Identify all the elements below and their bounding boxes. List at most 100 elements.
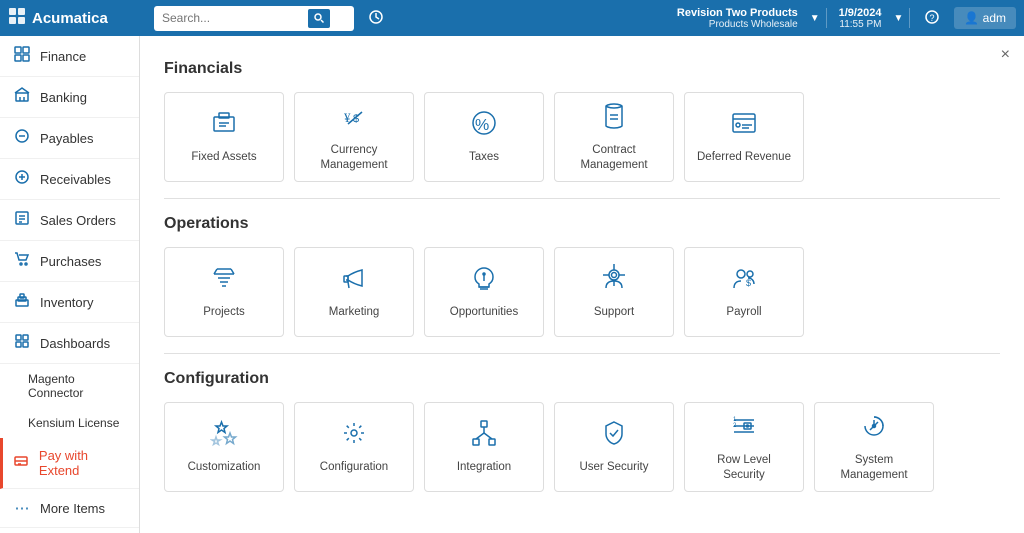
finance-icon [12, 46, 32, 66]
user-menu-button[interactable]: 👤 adm [954, 7, 1016, 29]
date-display: 1/9/2024 [839, 7, 882, 19]
currency-management-label: Currency Management [305, 143, 403, 173]
sidebar-item-magento-connector[interactable]: Magento Connector [0, 364, 139, 408]
card-contract-management[interactable]: Contract Management [554, 92, 674, 182]
company-dropdown-icon[interactable]: ▼ [810, 13, 820, 24]
card-currency-management[interactable]: ¥ $ Currency Management [294, 92, 414, 182]
magento-connector-label: Magento Connector [28, 372, 83, 400]
acumatica-logo-icon [8, 7, 26, 30]
sidebar-item-banking-label: Banking [40, 90, 87, 105]
company-branch: Products Wholesale [709, 19, 798, 30]
row-level-security-icon: 1 2 [730, 412, 758, 447]
sidebar-item-purchases-label: Purchases [40, 254, 101, 269]
taxes-label: Taxes [469, 150, 499, 165]
user-label: adm [983, 11, 1006, 25]
sidebar-item-kensium-license[interactable]: Kensium License [0, 408, 139, 438]
pay-with-extend-icon [12, 453, 31, 473]
svg-text:$: $ [746, 278, 751, 288]
search-bar[interactable] [154, 6, 354, 31]
configuration-section-title: Configuration [164, 370, 1000, 388]
sidebar-item-dashboards[interactable]: Dashboards [0, 323, 139, 364]
user-security-label: User Security [579, 460, 648, 475]
sidebar-item-pay-extend-label: Pay with Extend [39, 448, 127, 478]
operations-card-grid: Projects Marketing [164, 247, 1000, 337]
card-user-security[interactable]: User Security [554, 402, 674, 492]
close-button[interactable]: × [1001, 46, 1010, 64]
card-system-management[interactable]: System Management [814, 402, 934, 492]
payroll-label: Payroll [726, 305, 761, 320]
datetime-selector[interactable]: 1/9/2024 11:55 PM [833, 7, 888, 30]
datetime-dropdown-icon[interactable]: ▼ [893, 13, 903, 24]
card-integration[interactable]: Integration [424, 402, 544, 492]
operations-divider [164, 353, 1000, 354]
card-customization-main[interactable]: Customization [164, 402, 284, 492]
logo-area[interactable]: Acumatica [8, 7, 148, 30]
deferred-revenue-icon [730, 109, 758, 144]
card-payroll[interactable]: $ Payroll [684, 247, 804, 337]
purchases-icon [12, 251, 32, 271]
projects-label: Projects [203, 305, 245, 320]
top-navigation: Acumatica Revision Two Products Products… [0, 0, 1024, 36]
user-security-icon [600, 419, 628, 454]
fixed-assets-icon [210, 109, 238, 144]
currency-management-icon: ¥ $ [340, 102, 368, 137]
search-button[interactable] [308, 9, 330, 28]
financials-divider [164, 198, 1000, 199]
card-projects[interactable]: Projects [164, 247, 284, 337]
sidebar-item-sales-orders[interactable]: Sales Orders [0, 200, 139, 241]
company-selector[interactable]: Revision Two Products Products Wholesale [671, 7, 804, 30]
deferred-revenue-label: Deferred Revenue [697, 150, 791, 165]
sales-orders-icon [12, 210, 32, 230]
sidebar-item-inventory-label: Inventory [40, 295, 93, 310]
banking-icon [12, 87, 32, 107]
financials-section-title: Financials [164, 60, 1000, 78]
configuration-label: Configuration [320, 460, 388, 475]
marketing-icon [340, 264, 368, 299]
sidebar-item-finance[interactable]: Finance [0, 36, 139, 77]
card-marketing[interactable]: Marketing [294, 247, 414, 337]
user-avatar-icon: 👤 [964, 11, 979, 25]
sidebar-item-purchases[interactable]: Purchases [0, 241, 139, 282]
payroll-icon: $ [730, 264, 758, 299]
taxes-icon: % [470, 109, 498, 144]
search-input[interactable] [162, 11, 302, 25]
fixed-assets-label: Fixed Assets [191, 150, 256, 165]
sidebar-item-inventory[interactable]: Inventory [0, 282, 139, 323]
card-configuration[interactable]: Configuration [294, 402, 414, 492]
help-button[interactable]: ? [916, 5, 948, 32]
main-content: × Financials Fixed Assets ¥ $ [140, 36, 1024, 533]
card-opportunities[interactable]: Opportunities [424, 247, 544, 337]
sidebar-item-more-items[interactable]: ⋯ More Items [0, 489, 139, 528]
contract-management-icon [600, 102, 628, 137]
sidebar-item-customization[interactable]: Customization [0, 528, 139, 533]
configuration-icon [340, 419, 368, 454]
logo-text: Acumatica [32, 10, 108, 27]
sidebar: Finance Banking Payables [0, 36, 140, 533]
card-row-level-security[interactable]: 1 2 Row Level Security [684, 402, 804, 492]
kensium-license-label: Kensium License [28, 416, 119, 430]
card-fixed-assets[interactable]: Fixed Assets [164, 92, 284, 182]
dashboards-icon [12, 333, 32, 353]
support-icon [600, 264, 628, 299]
card-taxes[interactable]: % Taxes [424, 92, 544, 182]
more-items-label: More Items [40, 501, 105, 516]
nav-separator-1 [826, 8, 827, 28]
sidebar-item-receivables[interactable]: Receivables [0, 159, 139, 200]
time-display: 11:55 PM [839, 19, 881, 30]
sidebar-item-pay-with-extend[interactable]: Pay with Extend [0, 438, 139, 489]
card-support[interactable]: Support [554, 247, 674, 337]
system-management-label: System Management [825, 453, 923, 483]
sidebar-item-banking[interactable]: Banking [0, 77, 139, 118]
integration-label: Integration [457, 460, 511, 475]
opportunities-label: Opportunities [450, 305, 518, 320]
sidebar-item-sales-orders-label: Sales Orders [40, 213, 116, 228]
card-deferred-revenue[interactable]: Deferred Revenue [684, 92, 804, 182]
operations-section-title: Operations [164, 215, 1000, 233]
history-button[interactable] [360, 5, 392, 32]
customization-icon [210, 419, 238, 454]
sidebar-item-payables[interactable]: Payables [0, 118, 139, 159]
company-name: Revision Two Products [677, 7, 798, 19]
sidebar-item-dashboards-label: Dashboards [40, 336, 110, 351]
opportunities-icon [470, 264, 498, 299]
nav-separator-2 [909, 8, 910, 28]
